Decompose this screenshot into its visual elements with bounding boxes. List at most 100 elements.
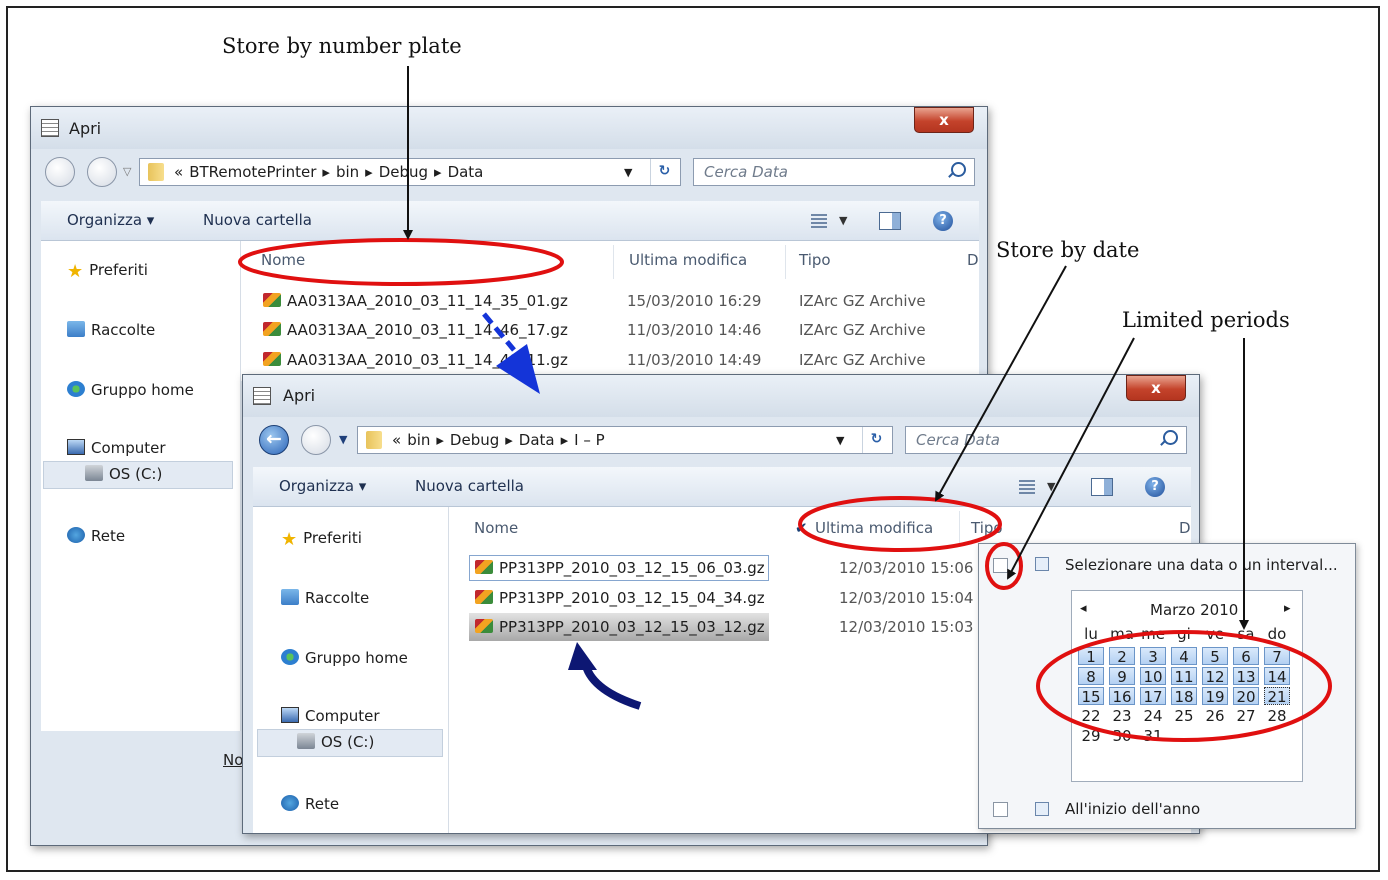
nav-network[interactable]: Rete [67, 527, 125, 545]
back-button[interactable]: ← [259, 425, 289, 455]
calendar-day[interactable]: 24 [1140, 707, 1166, 725]
forward-button[interactable] [301, 425, 331, 455]
calendar-day[interactable]: 15 [1078, 687, 1104, 706]
refresh-icon[interactable]: ↻ [650, 159, 678, 185]
search-box[interactable]: Cerca Data [693, 158, 975, 186]
calendar-day[interactable]: 29 [1078, 727, 1104, 745]
calendar-day[interactable]: 3 [1140, 647, 1166, 666]
calendar-prev-icon[interactable]: ◂ [1080, 601, 1087, 616]
nav-drive-c[interactable]: OS (C:) [85, 465, 162, 483]
search-input[interactable]: Cerca Data [916, 431, 1000, 449]
nav-libraries[interactable]: Raccolte [67, 321, 155, 339]
calendar-day[interactable]: 17 [1140, 687, 1166, 706]
search-box[interactable]: Cerca Data [905, 426, 1187, 454]
calendar-day[interactable]: 20 [1233, 687, 1259, 706]
breadcrumb-btremoteprinter[interactable]: BTRemotePrinter [189, 163, 316, 181]
address-bar[interactable]: « BTRemotePrinter ▸ bin ▸ Debug ▸ Data ▼ ↻ [139, 158, 681, 186]
calendar-day[interactable]: 5 [1202, 647, 1228, 666]
nav-network[interactable]: Rete [281, 795, 339, 813]
forward-button[interactable] [87, 157, 117, 187]
calendar-day[interactable]: 14 [1264, 667, 1290, 686]
calendar-day[interactable]: 23 [1109, 707, 1135, 725]
back-button[interactable] [45, 157, 75, 187]
nav-libraries[interactable]: Raccolte [281, 589, 369, 607]
nav-favorites[interactable]: ★ Preferiti [281, 529, 362, 550]
column-name[interactable]: Nome [474, 519, 518, 537]
calendar-day[interactable]: 27 [1233, 707, 1259, 725]
column-modified[interactable]: Ultima modifica [815, 519, 933, 537]
breadcrumb-debug[interactable]: Debug [379, 163, 428, 181]
calendar-day[interactable]: 7 [1264, 647, 1290, 666]
start-of-year-checkbox[interactable] [993, 802, 1008, 817]
breadcrumb-bin[interactable]: bin [336, 163, 359, 181]
chevron-right-icon[interactable]: ▸ [561, 431, 569, 449]
chevron-down-icon[interactable]: ▼ [1047, 480, 1055, 493]
help-icon[interactable]: ? [1145, 477, 1165, 497]
nav-computer[interactable]: Computer [281, 707, 380, 725]
breadcrumb-i-p[interactable]: I – P [574, 431, 605, 449]
breadcrumb-overflow[interactable]: « [174, 163, 183, 181]
calendar-day[interactable]: 28 [1264, 707, 1290, 725]
column-name[interactable]: Nome [261, 251, 305, 269]
calendar-day[interactable]: 9 [1109, 667, 1135, 686]
chevron-right-icon[interactable]: ▸ [505, 431, 513, 449]
view-options-icon[interactable] [811, 214, 827, 228]
file-name[interactable]: AA0313AA_2010_03_11_14_35_01.gz [263, 292, 568, 310]
file-name[interactable]: PP313PP_2010_03_12_15_03_12.gz [475, 618, 765, 636]
start-of-year-option[interactable]: All'inizio dell'anno [1065, 800, 1200, 818]
close-button[interactable]: x [914, 107, 974, 133]
file-name[interactable]: PP313PP_2010_03_12_15_06_03.gz [475, 559, 765, 577]
date-range-checkbox[interactable] [993, 558, 1008, 573]
breadcrumb[interactable]: « bin ▸ Debug ▸ Data ▸ I – P [392, 431, 611, 449]
history-dropdown-icon[interactable]: ▽ [123, 165, 131, 178]
calendar-day[interactable]: 16 [1109, 687, 1135, 706]
calendar-next-icon[interactable]: ▸ [1284, 601, 1291, 616]
nav-homegroup[interactable]: Gruppo home [67, 381, 194, 399]
nav-favorites[interactable]: ★ Preferiti [67, 261, 148, 282]
file-name[interactable]: PP313PP_2010_03_12_15_04_34.gz [475, 589, 765, 607]
chevron-down-icon[interactable]: ▼ [836, 434, 844, 447]
column-extra[interactable]: D [967, 251, 979, 269]
refresh-icon[interactable]: ↻ [862, 427, 890, 453]
search-icon[interactable] [1163, 430, 1178, 445]
chevron-down-icon[interactable]: ▼ [624, 166, 632, 179]
calendar-day[interactable]: 31 [1140, 727, 1166, 745]
nav-homegroup[interactable]: Gruppo home [281, 649, 408, 667]
calendar-day[interactable]: 19 [1202, 687, 1228, 706]
chevron-down-icon[interactable]: ▼ [839, 214, 847, 227]
calendar-day[interactable]: 8 [1078, 667, 1104, 686]
chevron-right-icon[interactable]: ▸ [365, 163, 373, 181]
column-type[interactable]: Tipo [971, 519, 1003, 537]
preview-pane-icon[interactable] [1091, 478, 1113, 496]
search-input[interactable]: Cerca Data [704, 163, 788, 181]
calendar-day[interactable]: 22 [1078, 707, 1104, 725]
nav-drive-c[interactable]: OS (C:) [297, 733, 374, 751]
column-extra[interactable]: D [1179, 519, 1191, 537]
search-icon[interactable] [951, 162, 966, 177]
help-icon[interactable]: ? [933, 211, 953, 231]
chevron-right-icon[interactable]: ▸ [436, 431, 444, 449]
calendar-day[interactable]: 2 [1109, 647, 1135, 666]
calendar-month[interactable]: Marzo 2010 [1150, 601, 1238, 619]
select-date-option[interactable]: Selezionare una data o un interval... [1065, 556, 1338, 574]
view-options-icon[interactable] [1019, 480, 1035, 494]
calendar-day[interactable]: 6 [1233, 647, 1259, 666]
breadcrumb-debug[interactable]: Debug [450, 431, 499, 449]
calendar-day[interactable]: 18 [1171, 687, 1197, 706]
organize-button[interactable]: Organizza ▾ [279, 477, 366, 495]
calendar-day[interactable]: 11 [1171, 667, 1197, 686]
new-folder-button[interactable]: Nuova cartella [415, 477, 524, 495]
breadcrumb-data[interactable]: Data [448, 163, 484, 181]
column-modified[interactable]: Ultima modifica [629, 251, 747, 269]
organize-button[interactable]: Organizza ▾ [67, 211, 154, 229]
column-type[interactable]: Tipo [799, 251, 831, 269]
breadcrumb[interactable]: « BTRemotePrinter ▸ bin ▸ Debug ▸ Data [174, 163, 489, 181]
address-bar[interactable]: « bin ▸ Debug ▸ Data ▸ I – P ▼ ↻ [357, 426, 893, 454]
calendar-day[interactable]: 21 [1264, 687, 1290, 706]
close-button[interactable]: x [1126, 375, 1186, 401]
calendar-day[interactable]: 26 [1202, 707, 1228, 725]
file-name[interactable]: AA0313AA_2010_03_11_14_46_17.gz [263, 321, 568, 339]
history-dropdown-icon[interactable]: ▼ [339, 433, 347, 446]
calendar-day[interactable]: 13 [1233, 667, 1259, 686]
preview-pane-icon[interactable] [879, 212, 901, 230]
